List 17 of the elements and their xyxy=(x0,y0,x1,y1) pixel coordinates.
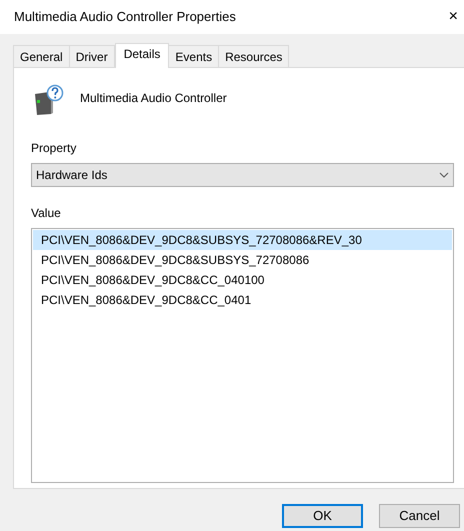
property-label: Property xyxy=(31,140,78,157)
value-label: Value xyxy=(31,205,62,222)
list-item[interactable]: PCI\VEN_8086&DEV_9DC8&CC_0401 xyxy=(33,290,452,310)
tab[interactable]: Details xyxy=(114,43,170,68)
list-item[interactable]: PCI\VEN_8086&DEV_9DC8&SUBSYS_72708086&REV_30 xyxy=(33,230,452,250)
window-title: Multimedia Audio Controller Properties xyxy=(14,8,236,26)
tab[interactable]: Resources xyxy=(218,45,290,67)
dialog-button[interactable]: OK xyxy=(282,504,363,528)
list-item[interactable]: PCI\VEN_8086&DEV_9DC8&SUBSYS_72708086 xyxy=(33,250,452,270)
dialog-button[interactable]: Cancel xyxy=(379,504,460,528)
close-button[interactable]: × xyxy=(444,9,462,25)
list-item[interactable]: PCI\VEN_8086&DEV_9DC8&CC_040100 xyxy=(33,270,452,290)
property-dropdown[interactable]: Hardware Ids xyxy=(31,163,454,187)
device-name: Multimedia Audio Controller xyxy=(80,90,227,107)
tab[interactable]: General xyxy=(13,45,70,67)
tab[interactable]: Driver xyxy=(68,45,115,67)
chevron-down-icon xyxy=(439,172,449,178)
